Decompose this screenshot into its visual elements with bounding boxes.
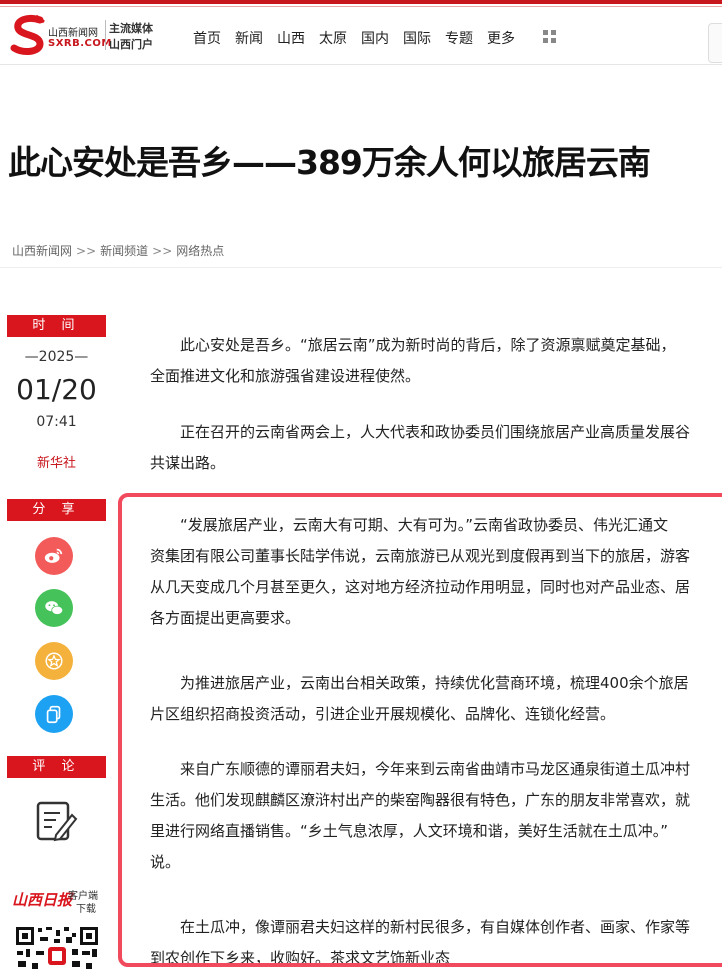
comment-edit-icon[interactable] — [34, 799, 78, 845]
weibo-icon — [44, 548, 63, 563]
breadcrumb-divider — [0, 267, 722, 268]
comment-label: 评 论 — [7, 756, 106, 778]
share-favorite-button[interactable] — [35, 642, 73, 680]
breadcrumb: 山西新闻网 >> 新闻频道 >> 网络热点 — [12, 242, 224, 259]
nav-item-taiyuan[interactable]: 太原 — [319, 28, 347, 48]
share-wechat-button[interactable] — [35, 589, 73, 627]
share-label: 分 享 — [7, 499, 106, 521]
article-source: 新华社 — [36, 456, 76, 471]
share-weibo-button[interactable] — [35, 537, 73, 575]
logo-divider — [105, 20, 106, 50]
article-paragraph: 正在召开的云南省两会上，人大代表和政协委员们围绕旅居产业高质量发展谷 共谋出路。 — [150, 423, 691, 472]
search-box[interactable] — [708, 23, 722, 63]
breadcrumb-item-channel[interactable]: 新闻频道 — [100, 244, 148, 258]
article-title: 此心安处是吾乡——389万余人何以旅居云南 — [8, 143, 651, 182]
logo-site-name: 山西新闻网 — [48, 28, 98, 39]
nav-item-shanxi[interactable]: 山西 — [277, 28, 305, 48]
nav-item-news[interactable]: 新闻 — [235, 28, 263, 48]
top-accent-line — [0, 0, 722, 4]
highlight-box — [118, 493, 722, 967]
top-accent-line-thin — [0, 6, 722, 7]
publish-date: 01/20 — [16, 373, 97, 406]
app-caption-download: 下载 — [76, 904, 96, 915]
site-logo[interactable]: 山西新闻网 SXRB.COM 主流媒体 山西门户 — [10, 14, 160, 60]
nav-item-home[interactable]: 首页 — [193, 28, 221, 48]
nav-item-topics[interactable]: 专题 — [445, 28, 473, 48]
article-paragraph: 此心安处是吾乡。“旅居云南”成为新时尚的背后，除了资源禀赋奠定基础， 全面推进文化… — [150, 336, 676, 385]
logo-domain: SXRB.COM — [48, 38, 112, 49]
publish-year: —2025— — [24, 349, 89, 365]
breadcrumb-item-site[interactable]: 山西新闻网 — [12, 244, 72, 258]
wechat-icon — [45, 601, 64, 615]
logo-slogan-line2: 山西门户 — [109, 38, 153, 51]
share-copy-link-button[interactable] — [35, 695, 73, 733]
publish-time: 07:41 — [36, 414, 77, 430]
app-brand-name: 山西日报 — [12, 891, 73, 909]
qr-code-icon — [14, 925, 100, 971]
nav-item-more[interactable]: 更多 — [487, 28, 515, 48]
copy-link-icon — [46, 705, 61, 724]
main-nav: 首页 新闻 山西 太原 国内 国际 专题 更多 — [193, 28, 515, 48]
breadcrumb-separator: >> — [152, 244, 173, 258]
nav-item-international[interactable]: 国际 — [403, 28, 431, 48]
favorite-star-icon — [45, 652, 63, 670]
time-label: 时 间 — [7, 315, 106, 337]
site-header: 山西新闻网 SXRB.COM 主流媒体 山西门户 首页 新闻 山西 太原 国内 … — [0, 8, 722, 65]
app-download-block[interactable]: 山西日报 客户端 下载 — [10, 885, 110, 971]
breadcrumb-separator: >> — [76, 244, 97, 258]
grid-menu-icon[interactable] — [543, 30, 557, 44]
logo-s-mark-icon — [10, 14, 45, 55]
nav-item-domestic[interactable]: 国内 — [361, 28, 389, 48]
logo-slogan-line1: 主流媒体 — [109, 22, 153, 35]
breadcrumb-item-section[interactable]: 网络热点 — [176, 244, 224, 258]
